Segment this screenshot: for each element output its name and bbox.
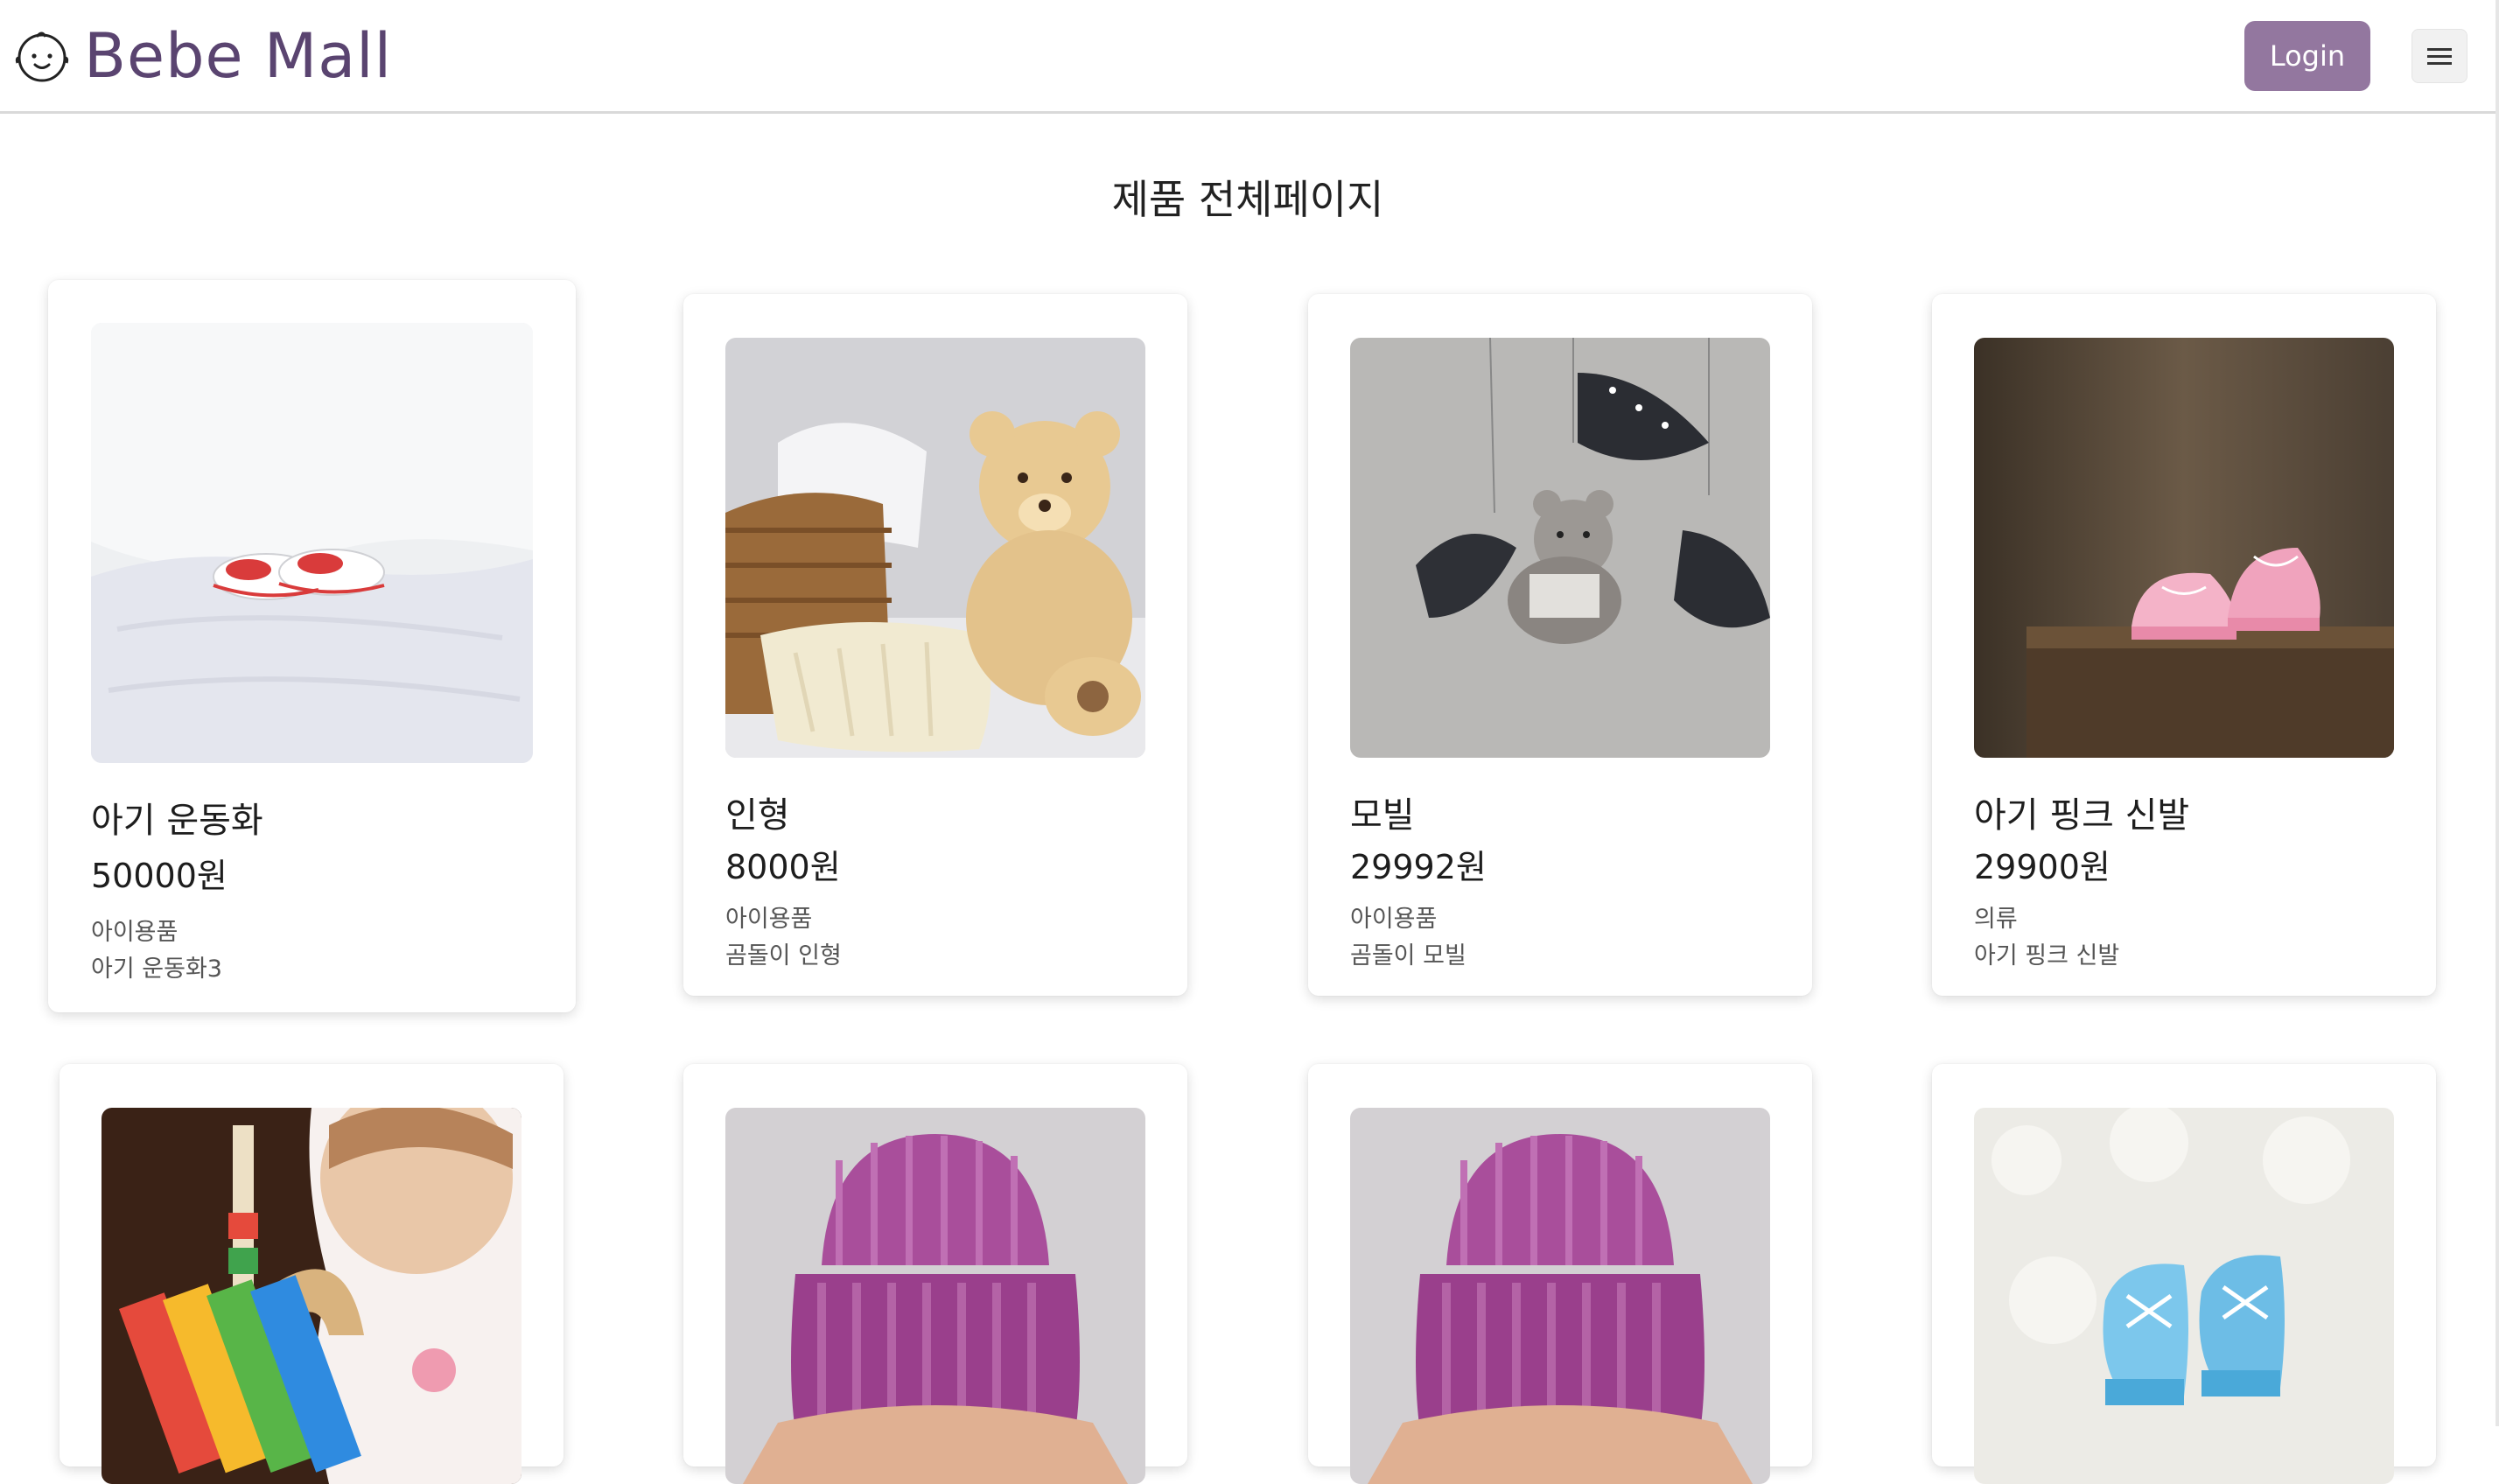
product-price: 29900원 [1974,848,2110,886]
baby-face-icon [15,32,69,82]
product-card[interactable]: 인형 8000원 아이용품 곰돌이 인형 [683,294,1187,996]
page-title: 제품 전체페이지 [1111,176,1384,223]
product-description: 아기 핑크 신발 [1974,942,2120,970]
login-button[interactable]: Login [2244,21,2370,91]
scrollbar-track[interactable] [2496,0,2499,1426]
brand-name: Bebe Mall [84,20,393,92]
product-description: 곰돌이 인형 [725,942,842,970]
hamburger-menu-icon [2427,48,2452,65]
product-name[interactable]: 아기 핑크 신발 [1974,787,2189,837]
product-image[interactable] [102,1108,522,1484]
navbar: Bebe Mall Login [0,0,2496,114]
menu-toggle-button[interactable] [2412,29,2468,83]
product-card[interactable] [1308,1064,1812,1484]
product-name[interactable]: 인형 [725,787,790,837]
product-category: 의류 [1974,906,2018,933]
product-image[interactable] [1974,338,2394,758]
product-image[interactable] [1350,338,1770,758]
product-image[interactable] [91,323,533,763]
product-card[interactable] [683,1064,1187,1484]
product-name[interactable]: 모빌 [1350,787,1415,837]
product-card[interactable]: 모빌 29992원 아이용품 곰돌이 모빌 [1308,294,1812,996]
brand[interactable]: Bebe Mall [14,24,392,88]
product-price: 50000원 [91,857,228,895]
product-image[interactable] [1974,1108,2394,1484]
product-price: 29992원 [1350,848,1487,886]
product-category: 아이용품 [725,906,813,933]
product-image[interactable] [725,1108,1145,1484]
product-card[interactable] [1932,1064,2436,1484]
product-description: 아기 운동화3 [91,956,222,983]
product-category: 아이용품 [1350,906,1438,933]
product-price: 8000원 [725,848,841,886]
product-description: 곰돌이 모빌 [1350,942,1466,970]
product-card[interactable]: 아기 핑크 신발 29900원 의류 아기 핑크 신발 [1932,294,2436,996]
product-card[interactable]: 아기 운동화 50000원 아이용품 아기 운동화3 [48,280,576,1012]
product-image[interactable] [725,338,1145,758]
product-card[interactable] [60,1064,564,1484]
product-image[interactable] [1350,1108,1770,1484]
product-category: 아이용품 [91,919,178,946]
product-name[interactable]: 아기 운동화 [91,792,263,843]
